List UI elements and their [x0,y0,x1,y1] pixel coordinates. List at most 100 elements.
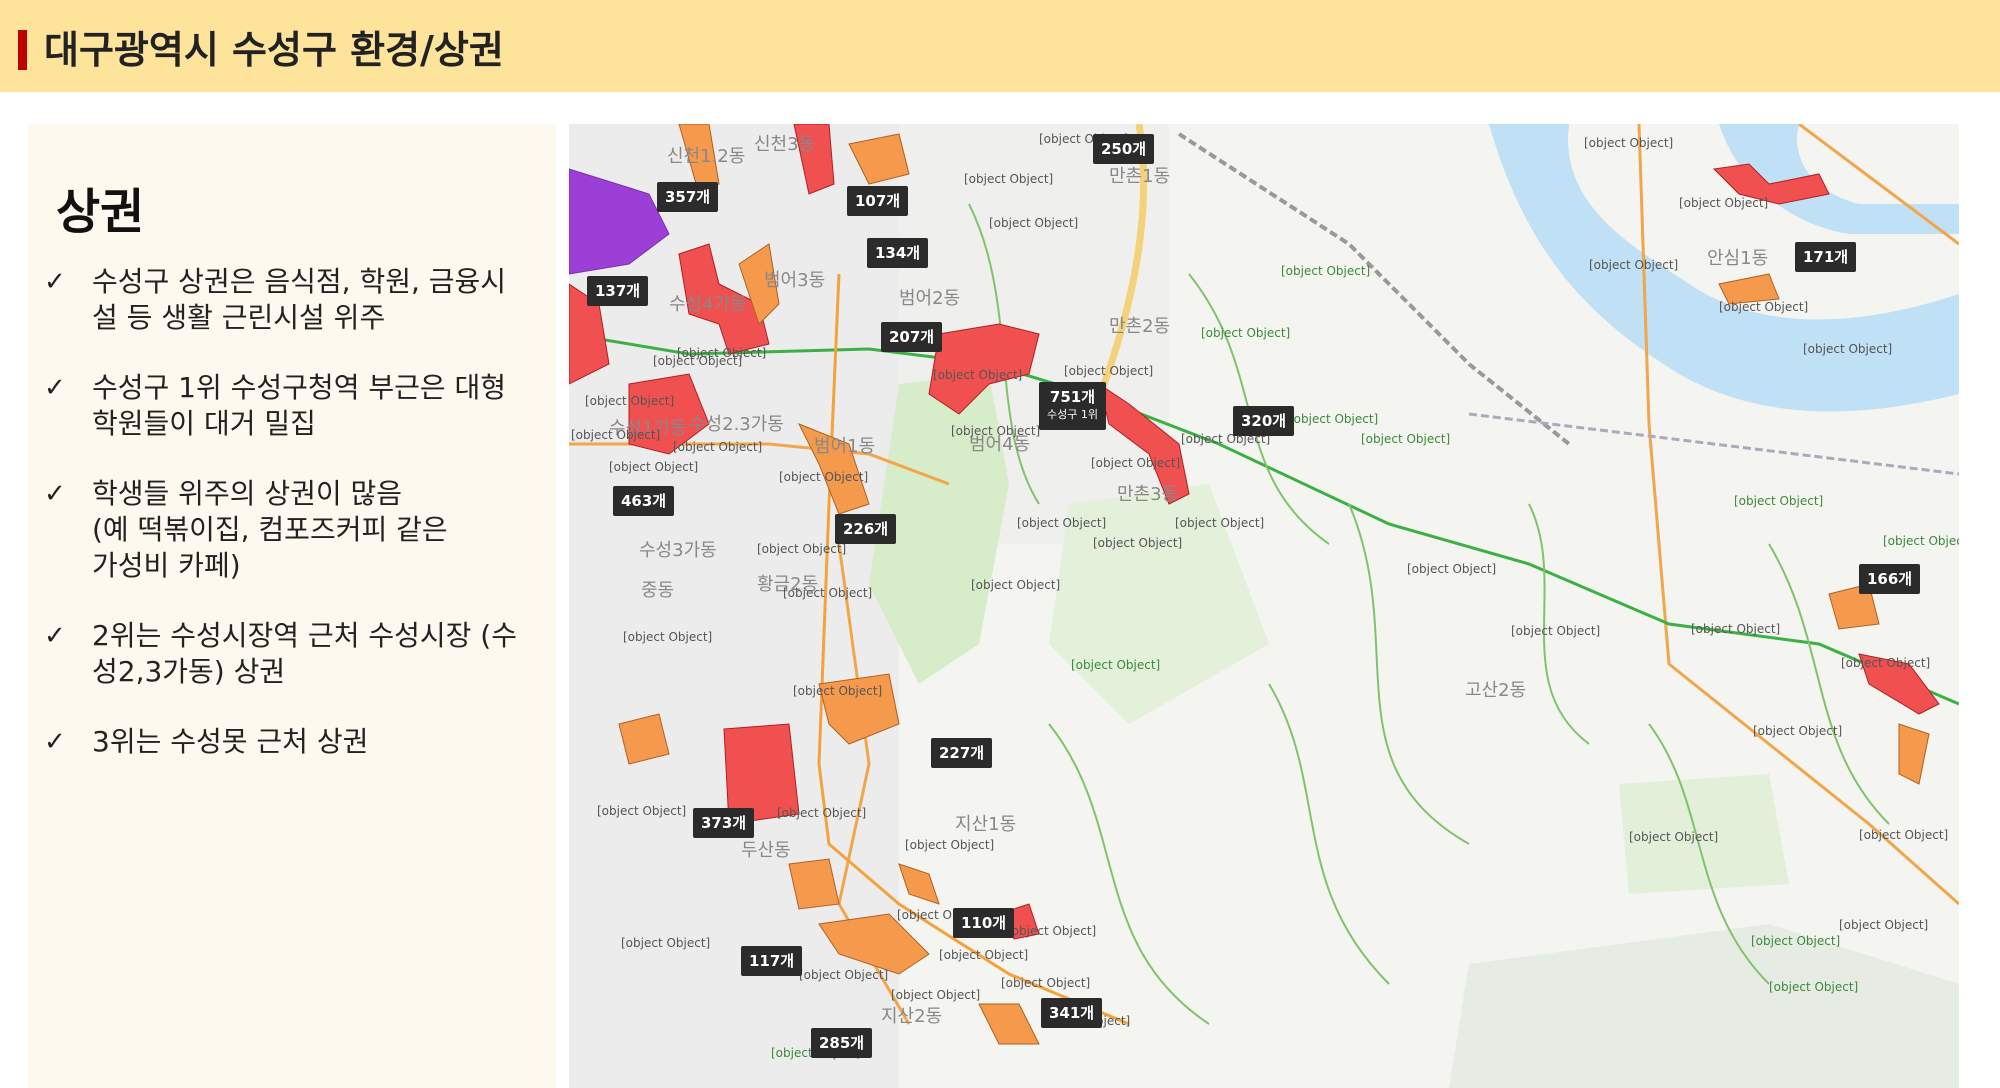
header-bar: 대구광역시 수성구 환경/상권 [0,0,2000,92]
bullet-text: 수성구 1위 수성구청역 부근은 대형 학원들이 대거 밀집 [92,371,507,440]
mountain-label: [object Object] [1289,412,1379,426]
place-label: [object Object] [905,838,995,852]
check-icon: ✓ [44,373,66,403]
bullet-text: 3위는 수성못 근처 상권 [92,725,369,758]
check-icon: ✓ [44,267,66,297]
place-label: [object Object] [989,216,1079,230]
expressway [1468,412,1959,476]
place-label: [object Object] [585,394,675,408]
place-label: [object Object] [783,586,873,600]
place-label: [object Object] [1691,622,1781,636]
store-count-badge-top: 751개수성구 1위 [1039,382,1106,430]
place-label: [object Object] [1589,258,1679,272]
place-label: [object Object] [1679,196,1769,210]
place-label: [object Object] [1093,536,1183,550]
place-label: [object Object] [757,542,847,556]
mountain-label: [object Object] [1071,658,1161,672]
place-label: [object Object] [799,968,889,982]
commercial-zone-orange [1898,723,1930,785]
store-count-badge: 373개 [693,808,755,838]
check-icon: ✓ [44,727,66,757]
place-label: [object Object] [1841,656,1931,670]
district-label: 두산동 [741,840,791,861]
store-count-badge: 226개 [835,514,897,544]
place-label: [object Object] [1839,918,1929,932]
page-title: 대구광역시 수성구 환경/상권 [44,28,504,72]
store-count-badge: 107개 [847,186,909,216]
mountain-label: [object Object] [1201,326,1291,340]
district-label: 만촌1동 [1109,166,1171,187]
commercial-area-map[interactable]: 신천3동 범어3동 범어2동 만촌1동 만촌2동 범어1동 범어4동 만촌3동 … [569,124,1959,1088]
title-accent-bar [18,30,27,70]
place-label: [object Object] [1001,976,1091,990]
place-label: [object Object] [1629,830,1719,844]
place-label: [object Object] [1511,624,1601,638]
panel-heading: 상권 [56,184,145,240]
check-icon: ✓ [44,479,66,509]
store-count-badge: 166개 [1859,564,1921,594]
bullet-item: ✓ 3위는 수성못 근처 상권 [44,724,554,760]
place-label: [object Object] [891,988,981,1002]
district-label: 고산2동 [1465,680,1527,701]
place-label: [object Object] [777,806,867,820]
bullet-item: ✓ 2위는 수성시장역 근처 수성시장 (수 성2,3가동) 상권 [44,618,554,690]
bullet-list: ✓ 수성구 상권은 음식점, 학원, 금융시 설 등 생활 근린시설 위주 ✓ 수성… [44,264,554,794]
place-label: [object Object] [1584,136,1674,150]
mountain-label: [object Object] [1751,934,1841,948]
badge-count: 751개 [1049,388,1096,406]
badge-rank: 수성구 1위 [1047,408,1098,421]
mountain-label: [object Object] [1281,264,1371,278]
place-label: [object Object] [1803,342,1893,356]
mountain-label: [object Object] [1734,494,1824,508]
store-count-badge: 207개 [881,322,943,352]
place-label: [object Object] [1064,364,1154,378]
place-label: [object Object] [673,440,763,454]
district-label: 만촌3동 [1117,484,1179,505]
summary-panel: 상권 ✓ 수성구 상권은 음식점, 학원, 금융시 설 등 생활 근린시설 위주 … [28,124,556,1088]
place-label: [object Object] [653,354,743,368]
store-count-badge: 357개 [657,182,719,212]
district-label: 수성3가동 [639,540,717,561]
place-label: [object Object] [1007,924,1097,938]
place-label: [object Object] [623,630,713,644]
store-count-badge: 227개 [931,738,993,768]
place-label: [object Object] [939,948,1029,962]
commercial-zone-orange [978,1003,1040,1045]
district-label: 지산2동 [881,1006,943,1027]
place-label: [object Object] [1175,516,1265,530]
bullet-item: ✓ 학생들 위주의 상권이 많음 (예 떡볶이집, 컴포즈커피 같은 가성비 카페… [44,476,554,584]
place-label: [object Object] [1017,516,1107,530]
store-count-badge: 171개 [1795,242,1857,272]
store-count-badge: 320개 [1233,406,1295,436]
district-label: 지산1동 [955,814,1017,835]
district-label: 신천3동 [754,134,816,155]
district-label: 신천1.2동 [667,146,746,167]
store-count-badge: 341개 [1041,998,1103,1028]
mountain-label: [object Object] [1769,980,1859,994]
commercial-zone-orange [898,863,940,905]
district-label: 범어2동 [899,288,961,309]
district-label: 수성2.3가동 [689,414,784,435]
mountain-label: [object Object] [1883,534,1959,548]
store-count-badge: 134개 [867,238,929,268]
store-count-badge: 117개 [741,946,803,976]
mountain-area [1449,924,1959,1088]
store-count-badge: 250개 [1093,134,1155,164]
district-label: 범어3동 [764,270,826,291]
place-label: [object Object] [597,804,687,818]
bullet-item: ✓ 수성구 상권은 음식점, 학원, 금융시 설 등 생활 근린시설 위주 [44,264,554,336]
place-label: [object Object] [964,172,1054,186]
place-label: [object Object] [1753,724,1843,738]
place-label: [object Object] [1091,456,1181,470]
place-label: [object Object] [1407,562,1497,576]
bullet-text: 학생들 위주의 상권이 많음 (예 떡볶이집, 컴포즈커피 같은 가성비 카페) [92,477,448,582]
district-label: 범어1동 [814,436,876,457]
place-label: [object Object] [621,936,711,950]
place-label: [object Object] [971,578,1061,592]
place-label: [object Object] [951,424,1041,438]
district-label: 중동 [641,580,675,601]
place-label: [object Object] [779,470,869,484]
place-label: [object Object] [793,684,883,698]
place-label: [object Object] [609,460,699,474]
place-label: [object Object] [571,428,661,442]
